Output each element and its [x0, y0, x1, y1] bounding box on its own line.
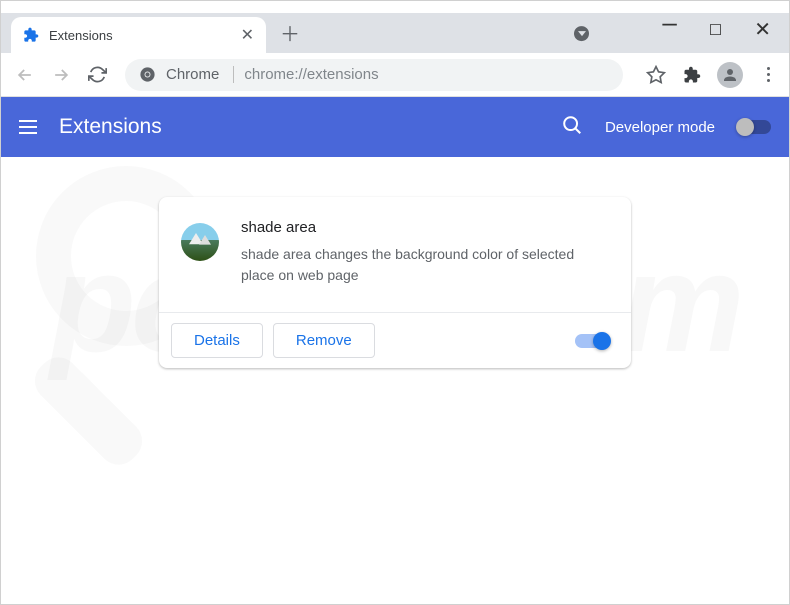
puzzle-icon	[23, 27, 39, 43]
page-title: Extensions	[59, 115, 162, 139]
forward-button[interactable]	[47, 61, 75, 89]
minimize-button[interactable]: –	[662, 7, 676, 38]
search-icon[interactable]	[561, 114, 583, 141]
reload-button[interactable]	[83, 61, 111, 89]
media-indicator-icon[interactable]	[574, 26, 589, 41]
extension-description: shade area changes the background color …	[241, 244, 609, 286]
details-button[interactable]: Details	[171, 323, 263, 358]
new-tab-button[interactable]: ＋	[280, 18, 300, 47]
star-icon[interactable]	[645, 64, 667, 86]
toolbar-actions	[637, 62, 779, 88]
extensions-puzzle-icon[interactable]	[681, 64, 703, 86]
developer-mode-toggle[interactable]	[737, 120, 771, 134]
close-window-button[interactable]: ✕	[754, 17, 771, 42]
extensions-header: Extensions Developer mode	[1, 97, 789, 157]
address-bar[interactable]: Chrome chrome://extensions	[125, 59, 623, 91]
extension-icon	[181, 223, 219, 261]
extension-enabled-toggle[interactable]	[575, 334, 609, 348]
browser-menu-button[interactable]	[757, 64, 779, 86]
chrome-icon	[139, 66, 156, 83]
extension-card: shade area shade area changes the backgr…	[159, 197, 631, 368]
url-scheme-label: Chrome	[166, 66, 234, 83]
profile-avatar[interactable]	[717, 62, 743, 88]
back-button[interactable]	[11, 61, 39, 89]
browser-toolbar: Chrome chrome://extensions	[1, 53, 789, 97]
browser-tab[interactable]: Extensions ✕	[11, 17, 266, 53]
extension-name: shade area	[241, 219, 609, 236]
remove-button[interactable]: Remove	[273, 323, 375, 358]
developer-mode-label: Developer mode	[605, 119, 715, 136]
content-area: shade area shade area changes the backgr…	[1, 157, 789, 408]
hamburger-menu-icon[interactable]	[19, 120, 37, 134]
maximize-button[interactable]: ☐	[709, 21, 722, 39]
tab-title: Extensions	[49, 28, 231, 43]
window-controls: – ☐ ✕	[662, 17, 771, 42]
url-text: chrome://extensions	[244, 66, 378, 83]
close-tab-icon[interactable]: ✕	[241, 25, 254, 45]
